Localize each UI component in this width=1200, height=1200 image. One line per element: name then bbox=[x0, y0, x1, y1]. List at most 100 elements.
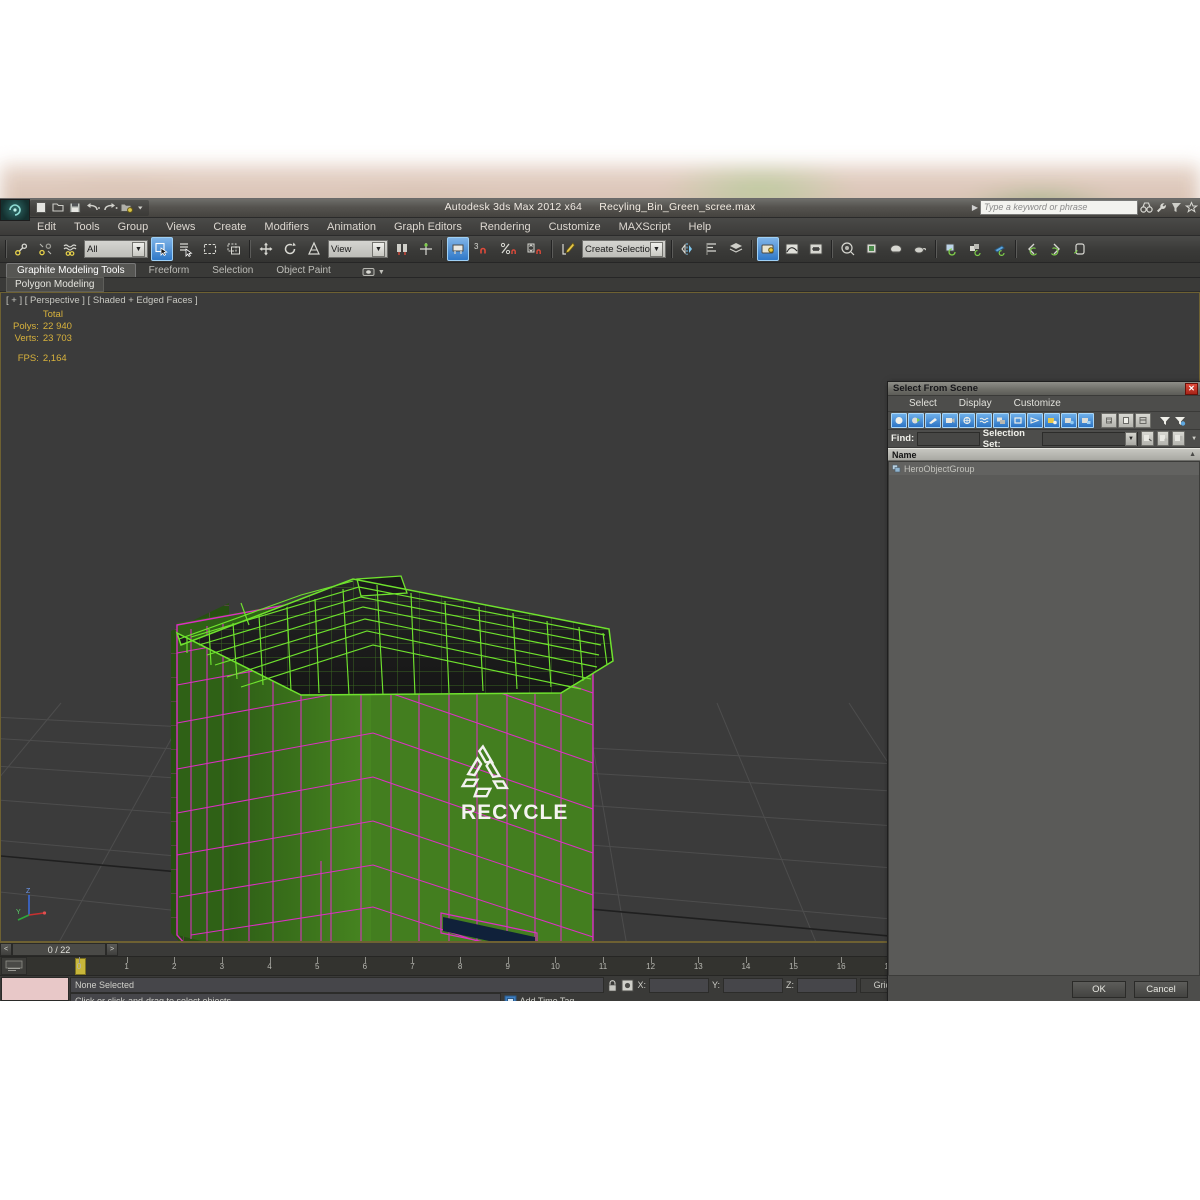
render-production-icon[interactable] bbox=[909, 237, 931, 261]
wrench-icon[interactable] bbox=[1155, 201, 1168, 214]
window-crossing-icon[interactable] bbox=[223, 237, 245, 261]
next-frame-button[interactable]: > bbox=[106, 943, 118, 956]
coord-x-input[interactable] bbox=[648, 977, 709, 993]
named-selection-sets-combo[interactable]: Create Selection Se ▼ bbox=[582, 240, 666, 258]
layer-manager-icon[interactable] bbox=[725, 237, 747, 261]
display-cameras-icon[interactable] bbox=[942, 413, 958, 428]
pan-view-icon[interactable] bbox=[1069, 237, 1091, 261]
sort-ascending-icon[interactable]: ▲ bbox=[1189, 451, 1196, 458]
dialog-column-header[interactable]: Name ▲ bbox=[888, 448, 1200, 461]
select-and-rotate-icon[interactable] bbox=[279, 237, 301, 261]
mirror-icon[interactable] bbox=[677, 237, 699, 261]
chevron-down-icon[interactable]: ▼ bbox=[132, 241, 145, 257]
select-and-scale-icon[interactable] bbox=[303, 237, 325, 261]
clear-filter-icon[interactable] bbox=[1173, 414, 1187, 427]
bind-to-space-warp-icon[interactable] bbox=[59, 237, 81, 261]
display-hidden-icon[interactable] bbox=[1078, 413, 1094, 428]
select-dependents-icon[interactable] bbox=[1172, 431, 1186, 446]
menu-rendering[interactable]: Rendering bbox=[471, 220, 540, 234]
ribbon-tab-selection[interactable]: Selection bbox=[202, 264, 263, 277]
menu-help[interactable]: Help bbox=[680, 220, 721, 234]
menu-tools[interactable]: Tools bbox=[65, 220, 109, 234]
display-lights-icon[interactable] bbox=[925, 413, 941, 428]
select-object-icon[interactable] bbox=[151, 237, 173, 261]
display-space-warps-icon[interactable] bbox=[976, 413, 992, 428]
time-tag-icon[interactable] bbox=[504, 995, 517, 1001]
reference-coordinate-system-combo[interactable]: View ▼ bbox=[328, 240, 388, 258]
chevron-down-icon[interactable]: ▼ bbox=[650, 241, 663, 257]
menu-graph-editors[interactable]: Graph Editors bbox=[385, 220, 471, 234]
display-helpers-icon[interactable] bbox=[959, 413, 975, 428]
angle-snap-toggle-icon[interactable]: 3 bbox=[471, 237, 495, 261]
dialog-scrollbar-thumb[interactable] bbox=[888, 612, 889, 670]
rectangular-selection-region-icon[interactable] bbox=[199, 237, 221, 261]
display-xrefs-icon[interactable] bbox=[1010, 413, 1026, 428]
filter-icon[interactable] bbox=[1158, 414, 1172, 427]
render-iterative-icon[interactable] bbox=[941, 237, 963, 261]
menu-animation[interactable]: Animation bbox=[318, 220, 385, 234]
display-groups-icon[interactable] bbox=[993, 413, 1009, 428]
menu-maxscript[interactable]: MAXScript bbox=[610, 220, 680, 234]
scene-object-list[interactable]: HeroObjectGroup bbox=[888, 461, 1200, 976]
spinner-snap-toggle-icon[interactable] bbox=[523, 237, 547, 261]
open-mini-curve-editor-icon[interactable] bbox=[1, 957, 27, 975]
cancel-button[interactable]: Cancel bbox=[1134, 980, 1188, 998]
sort-alphabetical-icon[interactable] bbox=[1118, 413, 1134, 428]
select-subtree-icon[interactable] bbox=[1141, 431, 1154, 446]
chevron-down-icon[interactable]: ▼ bbox=[1125, 431, 1137, 446]
menu-edit[interactable]: Edit bbox=[28, 220, 65, 234]
percent-snap-toggle-icon[interactable] bbox=[497, 237, 521, 261]
activeshade-icon[interactable] bbox=[965, 237, 987, 261]
dialog-menu-customize[interactable]: Customize bbox=[1003, 398, 1072, 409]
display-containers-icon[interactable] bbox=[1044, 413, 1060, 428]
current-frame-field[interactable]: 0 / 22 bbox=[12, 943, 106, 956]
selection-set-combo[interactable]: ▼ bbox=[1041, 431, 1138, 446]
graphite-modeling-toggle-icon[interactable] bbox=[757, 237, 779, 261]
ribbon-tab-graphite-modeling-tools[interactable]: Graphite Modeling Tools bbox=[6, 263, 136, 277]
list-view-icon[interactable] bbox=[1101, 413, 1117, 428]
viewport-label[interactable]: [ + ] [ Perspective ] [ Shaded + Edged F… bbox=[6, 295, 198, 306]
dialog-menu-display[interactable]: Display bbox=[948, 398, 1003, 409]
coord-z-input[interactable] bbox=[797, 977, 857, 993]
align-icon[interactable] bbox=[701, 237, 723, 261]
select-and-move-icon[interactable] bbox=[255, 237, 277, 261]
ribbon-subtab-polygon-modeling[interactable]: Polygon Modeling bbox=[6, 277, 104, 292]
display-shapes-icon[interactable] bbox=[908, 413, 924, 428]
star-icon[interactable] bbox=[1185, 201, 1198, 214]
lock-selection-icon[interactable] bbox=[607, 979, 618, 992]
material-color-swatch[interactable] bbox=[1, 977, 69, 1001]
snaps-toggle-icon[interactable] bbox=[447, 237, 469, 261]
perspective-viewport[interactable]: RECYCLE [ + ] [ Perspective ] [ Shaded +… bbox=[0, 292, 1200, 1001]
use-pivot-point-center-icon[interactable] bbox=[391, 237, 413, 261]
select-and-link-icon[interactable] bbox=[11, 237, 33, 261]
undo-view-icon[interactable] bbox=[1021, 237, 1043, 261]
display-frozen-icon[interactable] bbox=[1061, 413, 1077, 428]
render-setup-icon[interactable] bbox=[861, 237, 883, 261]
dialog-overflow-icon[interactable]: ▼ bbox=[1191, 436, 1197, 442]
menu-modifiers[interactable]: Modifiers bbox=[255, 220, 318, 234]
search-input[interactable]: Type a keyword or phrase bbox=[980, 200, 1138, 215]
ok-button[interactable]: OK bbox=[1072, 980, 1126, 998]
selection-filter-combo[interactable]: All ▼ bbox=[84, 240, 148, 258]
ribbon-tab-freeform[interactable]: Freeform bbox=[139, 264, 200, 277]
schematic-view-icon[interactable] bbox=[805, 237, 827, 261]
list-item[interactable]: HeroObjectGroup bbox=[889, 462, 1199, 475]
dialog-menu-select[interactable]: Select bbox=[898, 398, 948, 409]
material-editor-icon[interactable] bbox=[837, 237, 859, 261]
dialog-title-bar[interactable]: Select From Scene ✕ bbox=[888, 382, 1200, 396]
absolute-mode-transform-icon[interactable] bbox=[621, 979, 634, 992]
unlink-selection-icon[interactable] bbox=[35, 237, 57, 261]
menu-customize[interactable]: Customize bbox=[540, 220, 610, 234]
search-expand-icon[interactable]: ▶ bbox=[972, 203, 978, 212]
add-time-tag-label[interactable]: Add Time Tag bbox=[520, 996, 575, 1001]
coord-y-input[interactable] bbox=[723, 977, 783, 993]
chevron-down-icon[interactable]: ▼ bbox=[378, 269, 385, 276]
quick-render-icon[interactable] bbox=[989, 237, 1011, 261]
render-setup-icon[interactable] bbox=[1170, 201, 1183, 214]
sort-by-type-icon[interactable] bbox=[1135, 413, 1151, 428]
select-influences-icon[interactable] bbox=[1156, 431, 1170, 446]
menu-group[interactable]: Group bbox=[109, 220, 158, 234]
ribbon-tab-object-paint[interactable]: Object Paint bbox=[266, 264, 340, 277]
display-bone-objects-icon[interactable] bbox=[1027, 413, 1043, 428]
previous-frame-button[interactable]: < bbox=[0, 943, 12, 956]
